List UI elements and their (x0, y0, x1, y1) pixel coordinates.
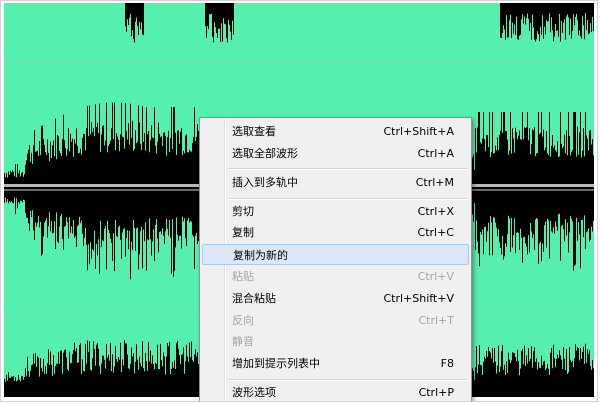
menu-item-copy[interactable]: 复制 Ctrl+C (202, 222, 469, 243)
waveform-channel-top (125, 3, 594, 43)
menu-item-label: 复制 (232, 226, 254, 239)
menu-item-insert-multitrack[interactable]: 插入到多轨中 Ctrl+M (202, 172, 469, 193)
menu-item-shortcut: Ctrl+A (417, 147, 454, 160)
menu-item-add-to-cue-list[interactable]: 增加到提示列表中 F8 (202, 353, 469, 374)
menu-separator (228, 379, 467, 381)
menu-item-shortcut: F8 (440, 357, 454, 370)
menu-item-label: 选取全部波形 (232, 147, 298, 160)
menu-item-shortcut: Ctrl+P (418, 386, 454, 399)
screenshot-frame: 选取查看 Ctrl+Shift+A 选取全部波形 Ctrl+A 插入到多轨中 C… (0, 0, 598, 402)
menu-item-select-all-wave[interactable]: 选取全部波形 Ctrl+A (202, 143, 469, 164)
menu-item-cut[interactable]: 剪切 Ctrl+X (202, 201, 469, 222)
menu-item-shortcut: Ctrl+T (418, 314, 454, 327)
menu-item-select-view[interactable]: 选取查看 Ctrl+Shift+A (202, 121, 469, 142)
menu-item-label: 混合粘贴 (232, 292, 276, 305)
menu-item-shortcut: Ctrl+X (417, 205, 454, 218)
menu-item-shortcut: Ctrl+C (417, 226, 454, 239)
menu-item-label: 剪切 (232, 205, 254, 218)
menu-separator (228, 168, 467, 170)
menu-item-label: 粘贴 (232, 270, 254, 283)
menu-item-copy-to-new[interactable]: 复制为新的 (202, 244, 469, 265)
menu-item-shortcut: Ctrl+Shift+A (383, 125, 454, 138)
menu-item-paste[interactable]: 粘贴 Ctrl+V (202, 266, 469, 287)
menu-item-mix-paste[interactable]: 混合粘贴 Ctrl+Shift+V (202, 288, 469, 309)
menu-item-label: 选取查看 (232, 125, 276, 138)
menu-item-wave-options[interactable]: 波形选项 Ctrl+P (202, 382, 469, 401)
menu-item-reverse[interactable]: 反向 Ctrl+T (202, 310, 469, 331)
menu-item-label: 静音 (232, 335, 254, 348)
menu-item-mute[interactable]: 静音 (202, 331, 469, 352)
menu-item-shortcut: Ctrl+V (417, 270, 454, 283)
menu-item-shortcut: Ctrl+M (415, 176, 454, 189)
menu-item-label: 波形选项 (232, 386, 276, 399)
menu-item-label: 反向 (232, 314, 254, 327)
menu-item-shortcut: Ctrl+Shift+V (383, 292, 454, 305)
context-menu: 选取查看 Ctrl+Shift+A 选取全部波形 Ctrl+A 插入到多轨中 C… (199, 117, 472, 401)
menu-item-label: 增加到提示列表中 (232, 357, 320, 370)
menu-item-label: 复制为新的 (233, 249, 288, 262)
menu-separator (228, 198, 467, 200)
menu-item-label: 插入到多轨中 (232, 176, 298, 189)
